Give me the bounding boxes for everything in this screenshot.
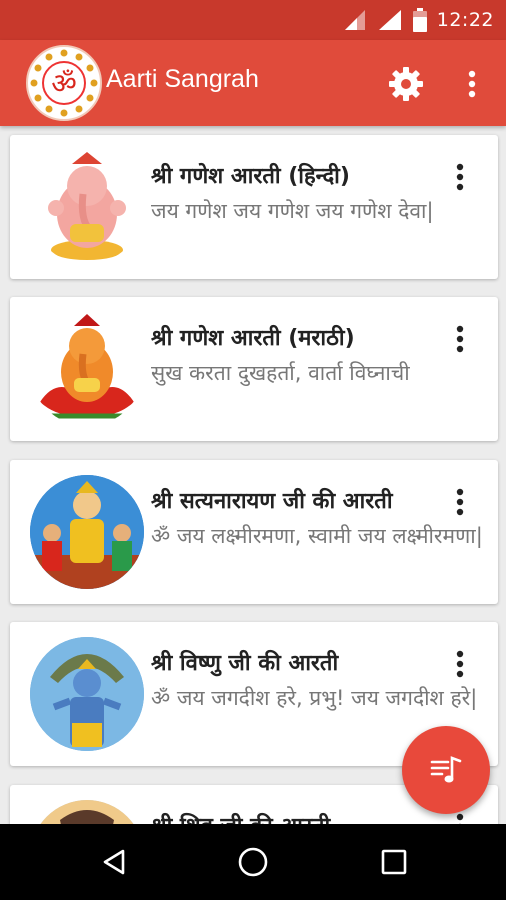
aarti-title: श्री शिव जी की आरती [151, 810, 441, 824]
wifi-icon [378, 10, 401, 30]
music-playlist-icon [430, 756, 462, 783]
home-icon [238, 847, 268, 877]
app-title: Aarti Sangrah [106, 65, 259, 93]
more-vert-icon [456, 650, 464, 678]
card-overflow-button[interactable] [442, 484, 478, 520]
home-button[interactable] [225, 838, 281, 886]
aarti-title: श्री गणेश आरती (मराठी) [151, 326, 355, 351]
back-icon [103, 849, 125, 875]
aarti-subtitle: सुख करता दुखहर्ता, वार्ता विघ्नाची [151, 361, 410, 385]
aarti-list[interactable]: श्री गणेश आरती (हिन्दी) जय गणेश जय गणेश … [0, 126, 506, 824]
more-vert-icon [456, 813, 464, 824]
back-button[interactable] [86, 838, 142, 886]
shiva-image [30, 800, 144, 824]
signal-icon [344, 10, 365, 30]
aarti-card[interactable]: श्री गणेश आरती (मराठी) सुख करता दुखहर्ता… [10, 297, 498, 441]
app-logo: ॐ [26, 45, 102, 121]
om-icon: ॐ [30, 49, 98, 117]
ganesh-pink-image [30, 150, 144, 264]
more-vert-icon [456, 163, 464, 191]
aarti-title: श्री गणेश आरती (हिन्दी) [151, 164, 350, 189]
satyanarayan-image [30, 475, 144, 589]
aarti-card[interactable]: श्री गणेश आरती (हिन्दी) जय गणेश जय गणेश … [10, 135, 498, 279]
recents-icon [381, 849, 407, 875]
aarti-title: श्री सत्यनारायण जी की आरती [151, 489, 393, 514]
aarti-subtitle: ॐ जय जगदीश हरे, प्रभु! जय जगदीश हरे| [151, 686, 478, 710]
ganesh-lotus-image [30, 312, 144, 426]
aarti-card[interactable]: श्री सत्यनारायण जी की आरती ॐ जय लक्ष्मीर… [10, 460, 498, 604]
card-overflow-button[interactable] [442, 159, 478, 195]
overflow-menu-icon [468, 70, 476, 98]
aarti-title: श्री विष्णु जी की आरती [151, 651, 339, 676]
card-overflow-button[interactable] [442, 646, 478, 682]
overflow-menu-button[interactable] [452, 62, 492, 106]
battery-icon [412, 8, 427, 32]
more-vert-icon [456, 488, 464, 516]
system-nav-bar [0, 824, 506, 900]
app-bar: ॐ Aarti Sangrah [0, 40, 506, 126]
settings-button[interactable] [384, 62, 428, 106]
status-bar: 12:22 [0, 0, 506, 40]
svg-text:ॐ: ॐ [51, 67, 77, 100]
vishnu-image [30, 637, 144, 751]
aarti-subtitle: ॐ जय लक्ष्मीरमणा, स्वामी जय लक्ष्मीरमणा| [151, 524, 483, 548]
recents-button[interactable] [366, 838, 422, 886]
card-overflow-button[interactable] [442, 321, 478, 357]
aarti-subtitle: जय गणेश जय गणेश जय गणेश देवा| [151, 199, 434, 223]
playlist-fab[interactable] [402, 726, 490, 814]
settings-icon [389, 67, 423, 101]
clock: 12:22 [436, 9, 494, 31]
more-vert-icon [456, 325, 464, 353]
